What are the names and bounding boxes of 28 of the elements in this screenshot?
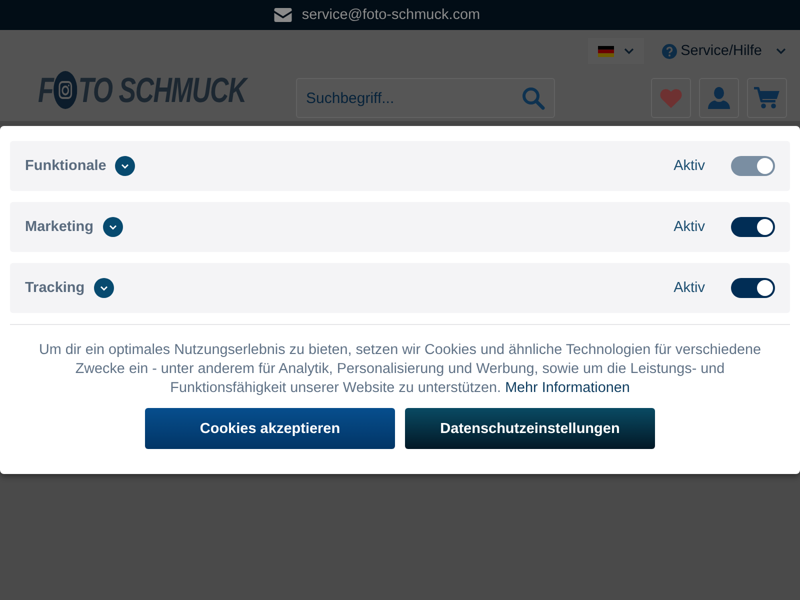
envelope-icon [274, 8, 292, 22]
category-name: Funktionale [25, 158, 106, 174]
accept-cookies-button[interactable]: Cookies akzeptieren [145, 408, 395, 449]
toggle-switch[interactable] [731, 217, 775, 237]
german-flag-icon [598, 46, 614, 56]
contact-email[interactable]: service@foto-schmuck.com [302, 7, 480, 23]
service-menu-label: Service/Hilfe [680, 43, 762, 59]
consent-text: Um dir ein optimales Nutzungserlebnis zu bieten, setzen wir Cookies und ähnliche Technologien für verschiedene Zwecke ein - unter anderem für Analytik, Personalisierung und Werbung, sowie um die Leistungs- und Funktionsfähigkeit unserer Website zu unterstützen. Mehr Informationen [38, 341, 762, 398]
caret-icon [624, 48, 634, 54]
cart-icon [754, 87, 780, 109]
status-label: Aktiv [674, 219, 705, 235]
language-selector[interactable] [588, 38, 644, 64]
privacy-settings-button[interactable]: Datenschutzeinstellungen [405, 408, 655, 449]
expand-chevron-icon[interactable] [94, 278, 114, 298]
category-name: Marketing [25, 219, 94, 235]
camera-logo-icon [54, 71, 78, 109]
logo-text: TO SCHMUCK [78, 72, 246, 108]
status-label: Aktiv [674, 158, 705, 174]
search-field[interactable]: Suchbegriff... [296, 78, 555, 118]
help-icon [662, 44, 677, 58]
user-icon [708, 87, 730, 109]
status-label: Aktiv [674, 280, 705, 296]
category-name: Tracking [25, 280, 85, 296]
expand-chevron-icon[interactable] [102, 217, 122, 237]
more-info-link[interactable]: Mehr Informationen [505, 380, 630, 396]
caret-icon [776, 48, 786, 54]
toggle-switch[interactable] [731, 278, 775, 298]
heart-icon [660, 88, 682, 108]
